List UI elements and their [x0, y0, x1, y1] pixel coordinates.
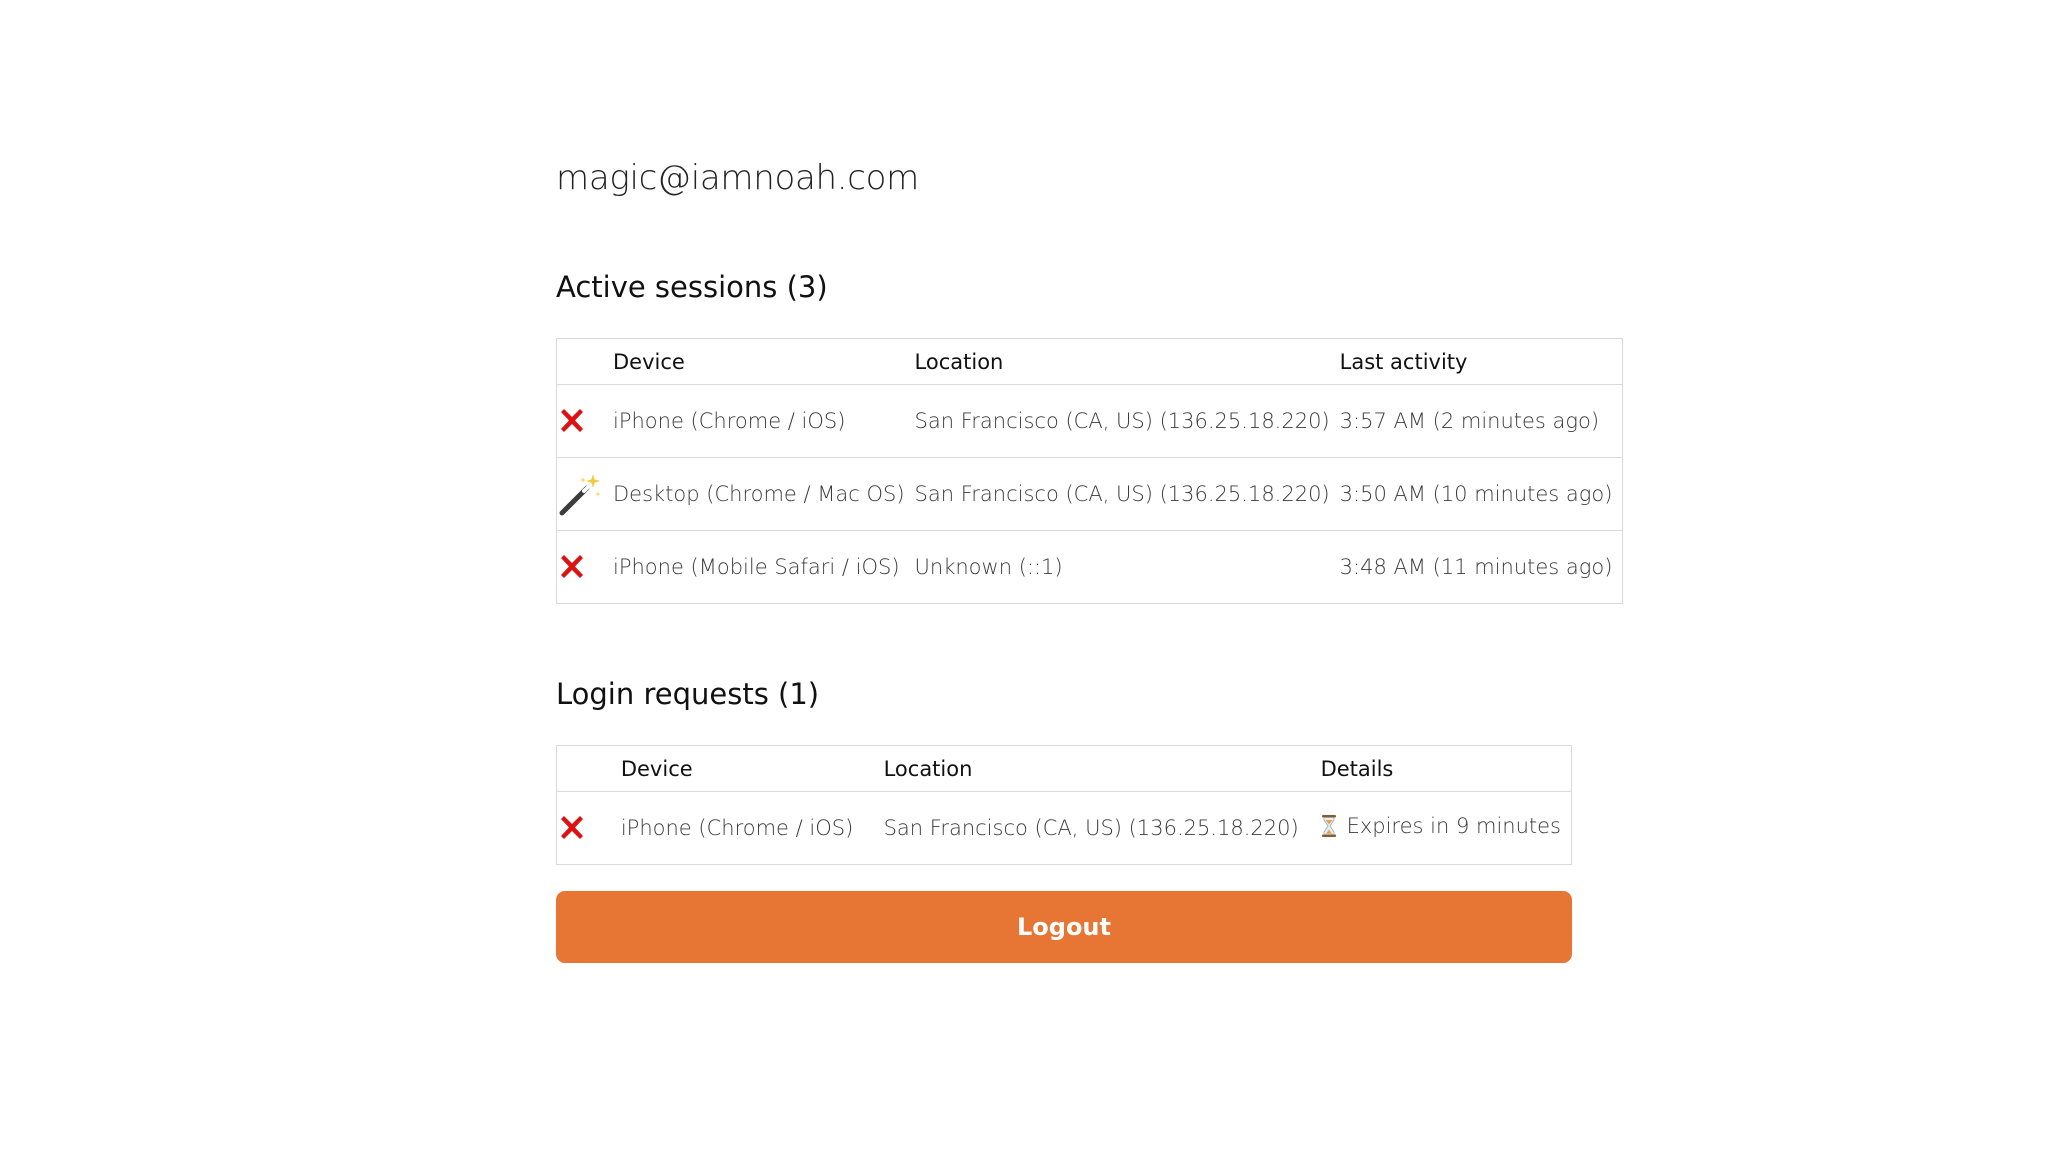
- red-x-icon: [561, 409, 583, 432]
- session-last-activity: 3:48 AM (11 minutes ago): [1339, 530, 1623, 604]
- session-device: Desktop (Chrome / Mac OS): [613, 457, 915, 531]
- magic-wand-icon-graphic: [559, 474, 601, 516]
- header-action-cell: [556, 338, 613, 385]
- deny-request-icon[interactable]: [557, 813, 587, 843]
- request-location: San Francisco (CA, US) (136.25.18.220): [883, 791, 1321, 865]
- header-location: Location: [883, 745, 1321, 792]
- login-requests-table: Device Location Details iPhone (Chrome /…: [556, 745, 1572, 865]
- red-x-icon: [561, 816, 583, 839]
- request-device: iPhone (Chrome / iOS): [620, 791, 884, 865]
- header-action-cell: [556, 745, 621, 792]
- session-location: Unknown (::1): [914, 530, 1340, 604]
- account-email: magic@iamnoah.com: [556, 158, 919, 198]
- revoke-session-icon[interactable]: [557, 406, 587, 436]
- revoke-session-icon[interactable]: [557, 552, 587, 582]
- table-row: iPhone (Chrome / iOS) San Francisco (CA,…: [556, 791, 1572, 865]
- header-details: Details: [1320, 745, 1572, 792]
- request-details-text: Expires in 9 minutes: [1346, 814, 1561, 838]
- current-session-cell: [556, 457, 613, 531]
- magic-wand-icon: [557, 471, 603, 517]
- session-last-activity: 3:57 AM (2 minutes ago): [1339, 384, 1623, 458]
- table-header-row: Device Location Last activity: [556, 338, 1623, 385]
- table-row: Desktop (Chrome / Mac OS) San Francisco …: [556, 457, 1623, 531]
- active-sessions-title: Active sessions (3): [556, 270, 828, 304]
- table-row: iPhone (Mobile Safari / iOS) Unknown (::…: [556, 530, 1623, 604]
- request-details: Expires in 9 minutes: [1321, 814, 1561, 838]
- session-last-activity: 3:50 AM (10 minutes ago): [1339, 457, 1623, 531]
- active-sessions-table: Device Location Last activity iPhone (Ch…: [556, 338, 1624, 604]
- header-last-activity: Last activity: [1339, 338, 1623, 385]
- hourglass-icon-graphic: [1321, 815, 1336, 837]
- header-device: Device: [613, 338, 915, 385]
- session-location: San Francisco (CA, US) (136.25.18.220): [914, 384, 1340, 458]
- table-row: iPhone (Chrome / iOS) San Francisco (CA,…: [556, 384, 1623, 458]
- action-cell: [556, 384, 613, 458]
- hourglass-icon: [1321, 815, 1337, 837]
- login-requests-title: Login requests (1): [556, 677, 820, 711]
- logout-button[interactable]: Logout: [556, 891, 1572, 963]
- session-device: iPhone (Mobile Safari / iOS): [613, 530, 915, 604]
- red-x-icon: [561, 555, 583, 578]
- session-device: iPhone (Chrome / iOS): [613, 384, 915, 458]
- session-location: San Francisco (CA, US) (136.25.18.220): [914, 457, 1340, 531]
- action-cell: [556, 791, 621, 865]
- action-cell: [556, 530, 613, 604]
- header-device: Device: [620, 745, 884, 792]
- table-header-row: Device Location Details: [556, 745, 1572, 792]
- request-details-cell: Expires in 9 minutes: [1320, 791, 1572, 865]
- header-location: Location: [914, 338, 1340, 385]
